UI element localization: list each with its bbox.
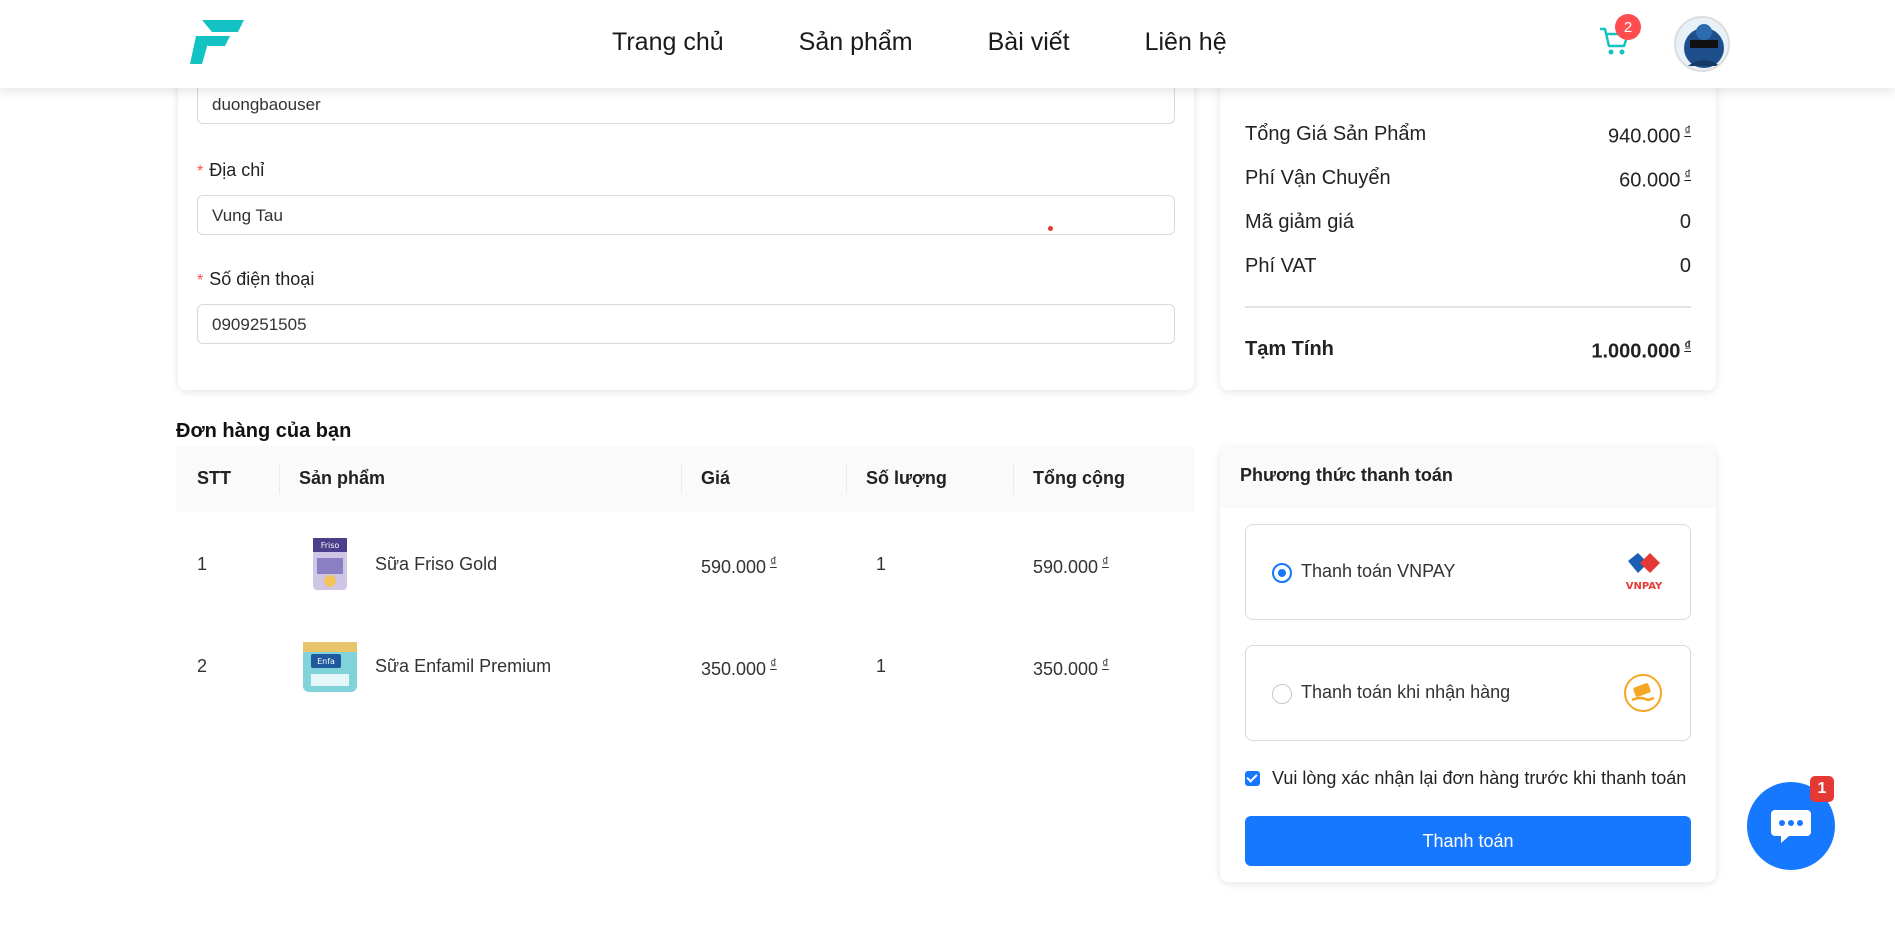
row-product-name[interactable]: Sữa Enfamil Premium	[375, 656, 551, 677]
summary-value: 940.000 ₫	[1608, 123, 1691, 148]
product-image-enfamil[interactable]: Enfa	[301, 638, 359, 696]
summary-row-total: Tạm Tính 1.000.000 ₫	[1245, 338, 1691, 364]
column-stt: STT	[197, 468, 231, 488]
orders-title: Đơn hàng của bạn	[176, 420, 352, 442]
address-label-text: Địa chỉ	[209, 160, 265, 180]
pay-button[interactable]: Thanh toán	[1245, 816, 1691, 866]
main-nav: Trang chủ Sản phẩm Bài viết Liên hệ	[612, 28, 1302, 57]
row-stt: 1	[197, 554, 208, 574]
product-image-friso[interactable]: Friso	[307, 536, 353, 592]
svg-text:Enfa: Enfa	[317, 657, 335, 666]
radio-vnpay[interactable]	[1272, 563, 1292, 583]
row-price: 590.000 ₫	[701, 554, 777, 577]
row-total: 590.000 ₫	[1033, 554, 1109, 577]
summary-value: 60.000 ₫	[1619, 167, 1691, 192]
brand-logo-icon[interactable]	[190, 18, 246, 66]
summary-divider	[1245, 306, 1691, 308]
payment-option-cod[interactable]: Thanh toán khi nhận hàng	[1245, 645, 1691, 741]
radio-cod[interactable]	[1272, 684, 1292, 704]
payment-option-vnpay[interactable]: Thanh toán VNPAY VNPAY	[1245, 524, 1691, 620]
column-separator	[1013, 464, 1014, 494]
payment-option-label: Thanh toán VNPAY	[1301, 561, 1456, 581]
row-price: 350.000 ₫	[701, 656, 777, 679]
row-total: 350.000 ₫	[1033, 656, 1109, 679]
summary-row-vat: Phí VAT 0	[1245, 255, 1691, 278]
row-stt: 2	[197, 656, 208, 676]
svg-text:VNPAY: VNPAY	[1626, 581, 1663, 592]
chat-notification-badge: 1	[1810, 776, 1834, 802]
confirm-checkbox[interactable]	[1245, 771, 1260, 786]
summary-value: 0	[1679, 211, 1691, 233]
nav-articles[interactable]: Bài viết	[988, 28, 1070, 57]
nav-contact[interactable]: Liên hệ	[1145, 28, 1227, 57]
cash-on-delivery-icon	[1624, 674, 1662, 712]
summary-label: Tổng Giá Sản Phẩm	[1245, 123, 1427, 145]
confirm-order-checkbox-row[interactable]: Vui lòng xác nhận lại đơn hàng trước khi…	[1245, 768, 1686, 789]
summary-row-discount: Mã giảm giá 0	[1245, 211, 1691, 234]
chat-icon	[1771, 810, 1811, 843]
nav-home[interactable]: Trang chủ	[612, 28, 724, 57]
summary-value: 0	[1679, 255, 1691, 277]
column-separator	[681, 464, 682, 494]
summary-row-subtotal: Tổng Giá Sản Phẩm 940.000 ₫	[1245, 123, 1691, 149]
phone-label: * Số điện thoại	[197, 269, 315, 289]
summary-label: Phí Vận Chuyển	[1245, 167, 1391, 189]
address-label: * Địa chỉ	[197, 160, 265, 180]
address-field[interactable]: Vung Tau	[197, 195, 1175, 235]
site-header: Trang chủ Sản phẩm Bài viết Liên hệ 2	[0, 0, 1895, 88]
column-separator	[279, 464, 280, 494]
row-quantity: 1	[876, 656, 887, 676]
confirm-label: Vui lòng xác nhận lại đơn hàng trước khi…	[1272, 768, 1687, 788]
marker-dot	[1048, 226, 1053, 231]
phone-field[interactable]: 0909251505	[197, 304, 1175, 344]
summary-label: Mã giảm giá	[1245, 211, 1354, 233]
svg-text:Friso: Friso	[321, 541, 340, 550]
column-separator	[846, 464, 847, 494]
summary-row-shipping: Phí Vận Chuyển 60.000 ₫	[1245, 167, 1691, 193]
payment-option-label: Thanh toán khi nhận hàng	[1301, 682, 1511, 702]
phone-label-text: Số điện thoại	[209, 269, 315, 289]
orders-table-header: STT Sản phẩm Giá Số lượng Tổng cộng	[176, 446, 1195, 512]
row-product-name[interactable]: Sữa Friso Gold	[375, 554, 497, 575]
column-price: Giá	[701, 468, 731, 488]
user-avatar[interactable]	[1674, 16, 1730, 72]
cart-count-badge: 2	[1615, 14, 1641, 40]
summary-total-label: Tạm Tính	[1245, 338, 1334, 360]
summary-total-value: 1.000.000 ₫	[1591, 338, 1691, 363]
column-product: Sản phẩm	[299, 468, 386, 488]
nav-products[interactable]: Sản phẩm	[799, 28, 913, 57]
username-field[interactable]: duongbaouser	[197, 84, 1175, 124]
summary-label: Phí VAT	[1245, 255, 1317, 277]
column-quantity: Số lượng	[866, 468, 947, 488]
payment-title: Phương thức thanh toán	[1240, 465, 1453, 485]
vnpay-logo-icon: VNPAY	[1626, 553, 1663, 592]
checkout-page: duongbaouser * Địa chỉ Vung Tau * Số điện …	[0, 0, 1895, 931]
column-total: Tổng cộng	[1033, 468, 1125, 488]
row-quantity: 1	[876, 554, 887, 574]
